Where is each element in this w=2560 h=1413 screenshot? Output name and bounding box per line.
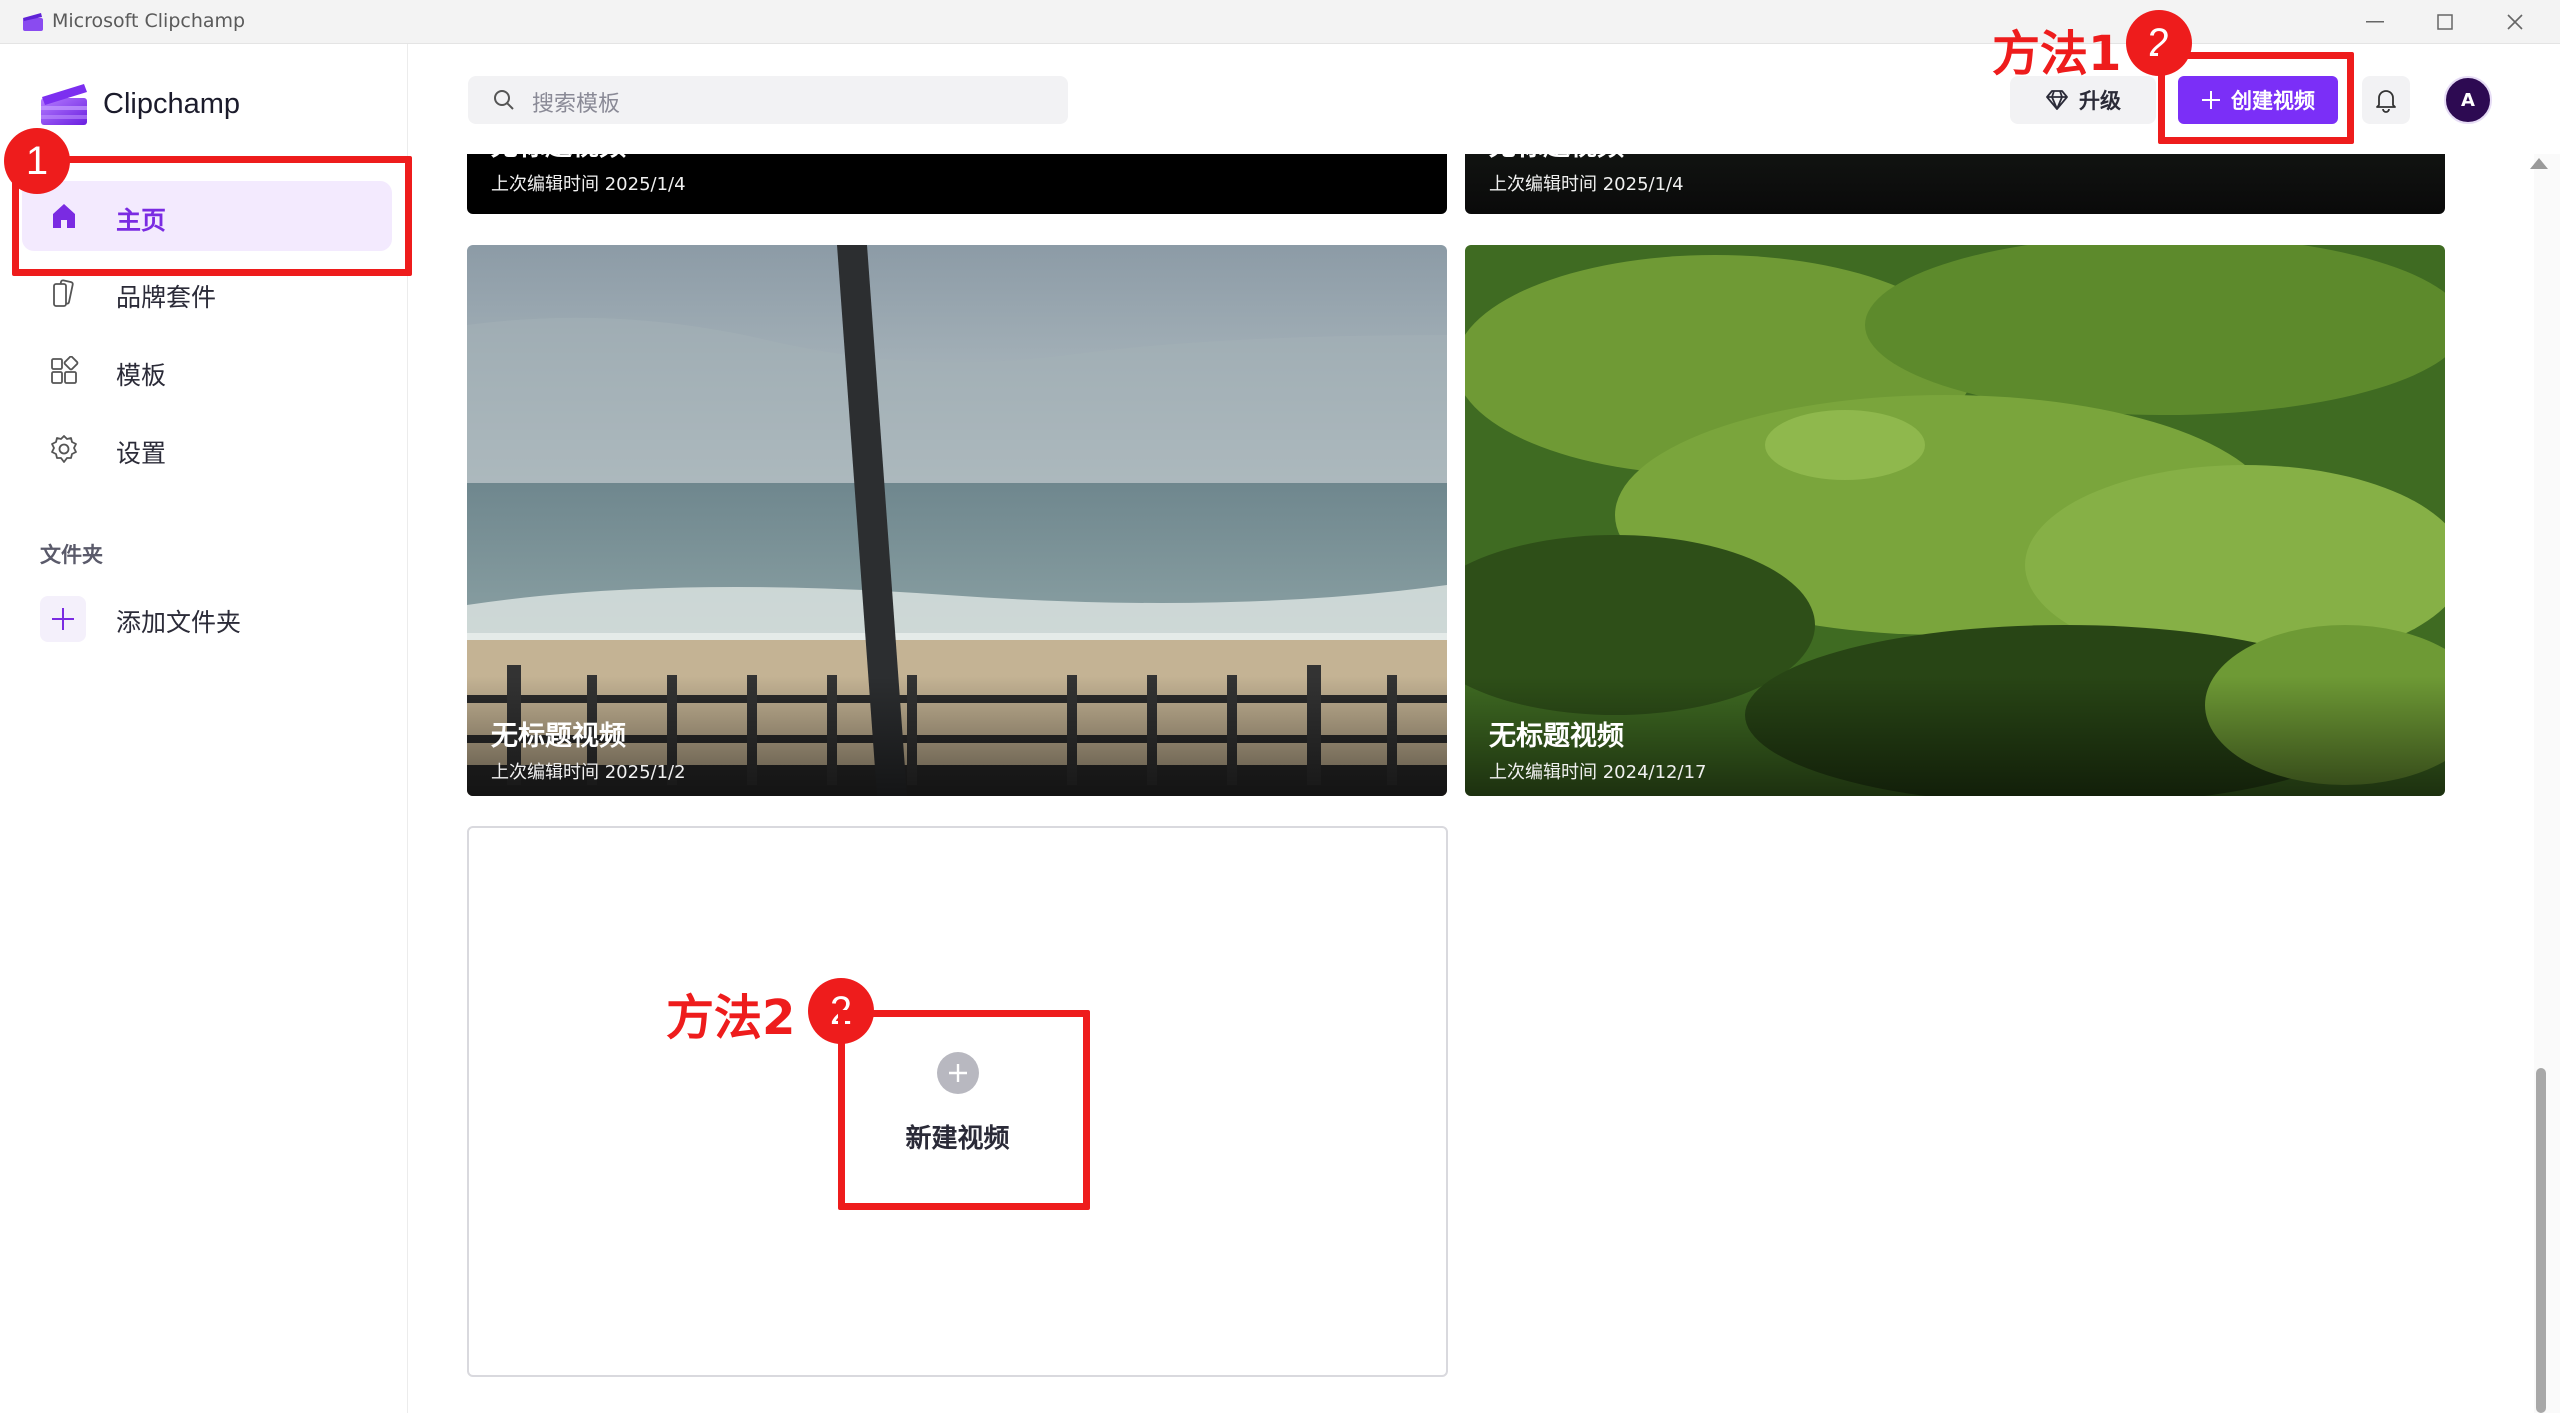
minimize-icon[interactable] [2340, 0, 2410, 44]
scroll-up-arrow-icon[interactable] [2530, 158, 2548, 169]
add-folder-plus-icon[interactable] [40, 596, 86, 642]
diamond-icon [2046, 90, 2068, 110]
brand-kit-icon [46, 275, 82, 311]
video-card[interactable]: 无标题视频 上次编辑时间 2025/1/2 [467, 245, 1447, 796]
video-card[interactable]: 无标题视频 上次编辑时间 2025/1/4 [467, 154, 1447, 214]
close-icon[interactable] [2480, 0, 2550, 44]
add-folder-link[interactable]: 添加文件夹 [116, 603, 241, 639]
annotation-badge: 1 [4, 128, 70, 194]
settings-gear-icon [46, 431, 82, 467]
search-placeholder: 搜索模板 [532, 92, 621, 117]
window-title: Microsoft Clipchamp [52, 10, 246, 32]
video-date: 上次编辑时间 2025/1/4 [491, 174, 686, 195]
maximize-icon[interactable] [2410, 0, 2480, 44]
folders-section-title: 文件夹 [40, 543, 103, 567]
scrollbar-thumb[interactable] [2536, 1068, 2546, 1413]
video-date: 上次编辑时间 2025/1/2 [491, 762, 686, 783]
annotation-box-home [12, 156, 412, 276]
annotation-label: 方法1 [1992, 26, 2122, 82]
annotation-label: 方法2 [666, 990, 796, 1046]
video-title: 无标题视频 [1489, 721, 1624, 752]
sidebar-item-templates[interactable]: 模板 [22, 336, 392, 406]
annotation-box-create [2158, 52, 2354, 144]
video-card[interactable]: 无标题视频 上次编辑时间 2025/1/4 [1465, 154, 2445, 214]
brand-name: Clipchamp [103, 88, 240, 120]
video-title: 无标题视频 [1489, 154, 1624, 163]
annotation-box-new-video [838, 1010, 1090, 1210]
templates-icon [46, 353, 82, 389]
video-date: 上次编辑时间 2024/12/17 [1489, 762, 1707, 783]
sidebar-item-label: 设置 [116, 439, 167, 468]
notifications-button[interactable] [2362, 76, 2410, 124]
search-icon [494, 90, 514, 110]
search-input[interactable]: 搜索模板 [468, 76, 1068, 124]
sidebar-item-label: 模板 [116, 361, 167, 390]
sidebar-item-settings[interactable]: 设置 [22, 414, 392, 484]
video-title: 无标题视频 [491, 154, 626, 163]
upgrade-label: 升级 [2079, 89, 2121, 113]
video-title: 无标题视频 [491, 721, 626, 752]
clipchamp-logo [41, 84, 87, 125]
video-card[interactable]: 无标题视频 上次编辑时间 2024/12/17 [1465, 245, 2445, 796]
sidebar-item-label: 品牌套件 [116, 283, 217, 312]
bell-icon [2376, 90, 2396, 113]
avatar[interactable]: A [2444, 76, 2492, 124]
clipchamp-app-icon [23, 13, 43, 31]
video-date: 上次编辑时间 2025/1/4 [1489, 174, 1684, 195]
